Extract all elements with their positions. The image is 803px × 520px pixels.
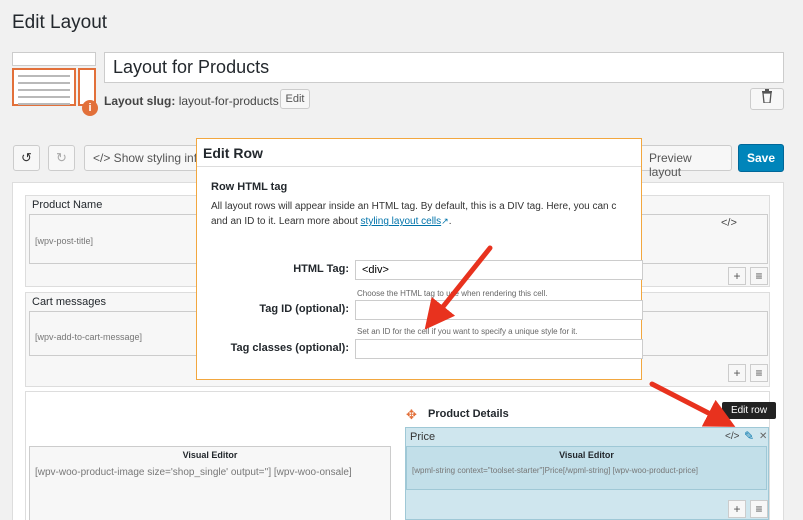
cell-cart-messages-right[interactable] bbox=[640, 311, 768, 356]
price-row-label: Price bbox=[410, 431, 436, 443]
dialog-description-text: and an ID to it. Learn more about bbox=[211, 216, 361, 227]
slug-value: layout-for-products bbox=[178, 94, 279, 108]
cell-title: Cart messages bbox=[32, 296, 106, 308]
code-icon[interactable]: </> bbox=[721, 217, 737, 229]
delete-layout-button[interactable] bbox=[750, 88, 784, 110]
redo-button[interactable]: ↻ bbox=[48, 145, 75, 171]
cell-shortcode: [wpv-post-title] bbox=[35, 236, 94, 246]
dialog-description: All layout rows will appear inside an HT… bbox=[211, 199, 641, 229]
page-title: Edit Layout bbox=[12, 12, 108, 33]
visual-editor-title: Visual Editor bbox=[559, 450, 614, 460]
slug-edit-button[interactable]: Edit bbox=[280, 89, 310, 109]
add-cell-button[interactable]: + bbox=[728, 364, 746, 382]
show-styling-info-button[interactable]: </> Show styling info bbox=[84, 145, 204, 171]
edit-row-dialog: Edit Row Row HTML tag All layout rows wi… bbox=[196, 138, 643, 380]
visual-editor-content: [wpv-woo-product-image size='shop_single… bbox=[35, 467, 352, 478]
external-link-icon: ↗ bbox=[441, 216, 449, 226]
row-menu-button[interactable]: ≡ bbox=[750, 364, 768, 382]
thumbnail-main-block bbox=[12, 68, 76, 106]
visual-editor-content: [wpml-string context="toolset-starter"]P… bbox=[412, 466, 698, 475]
row-menu-button[interactable]: ≡ bbox=[750, 500, 768, 518]
html-tag-select[interactable] bbox=[355, 260, 643, 280]
cell-product-name-right[interactable] bbox=[640, 214, 768, 264]
dialog-description-line2: and an ID to it. Learn more about stylin… bbox=[211, 214, 641, 229]
move-icon[interactable]: ✥ bbox=[406, 407, 417, 423]
add-cell-button[interactable]: + bbox=[728, 267, 746, 285]
dialog-description-line1: All layout rows will appear inside an HT… bbox=[211, 201, 617, 212]
save-button[interactable]: Save bbox=[738, 144, 784, 172]
info-icon[interactable]: i bbox=[82, 100, 98, 116]
preview-layout-button[interactable]: Preview layout bbox=[640, 145, 732, 179]
tag-id-input[interactable] bbox=[355, 300, 643, 320]
tag-classes-label: Tag classes (optional): bbox=[230, 342, 349, 354]
visual-editor-title: Visual Editor bbox=[182, 450, 238, 460]
add-cell-button[interactable]: + bbox=[728, 500, 746, 518]
trash-icon bbox=[762, 89, 772, 104]
undo-button[interactable]: ↺ bbox=[13, 145, 40, 171]
edit-row-tooltip: Edit row bbox=[722, 402, 776, 419]
dialog-section-title: Row HTML tag bbox=[211, 181, 288, 193]
layout-slug: Layout slug: layout-for-products bbox=[104, 94, 279, 108]
code-icon[interactable]: </> bbox=[725, 431, 739, 442]
dialog-title: Edit Row bbox=[197, 139, 641, 167]
product-details-title: Product Details bbox=[428, 408, 509, 420]
html-tag-label: HTML Tag: bbox=[293, 263, 349, 275]
layout-name-input[interactable] bbox=[104, 52, 784, 83]
cell-shortcode: [wpv-add-to-cart-message] bbox=[35, 332, 143, 342]
edit-row-pencil-icon[interactable]: ✎ bbox=[744, 429, 754, 443]
html-tag-help: Choose the HTML tag to use when renderin… bbox=[357, 289, 548, 298]
tag-classes-input[interactable] bbox=[355, 339, 643, 359]
dialog-description-end: . bbox=[448, 216, 452, 227]
tag-id-help: Set an ID for the cell if you want to sp… bbox=[357, 327, 578, 336]
row-menu-button[interactable]: ≡ bbox=[750, 267, 768, 285]
tag-id-label: Tag ID (optional): bbox=[259, 303, 349, 315]
styling-layout-cells-link[interactable]: styling layout cells bbox=[361, 216, 442, 227]
thumbnail-header-block bbox=[12, 52, 96, 66]
slug-label: Layout slug: bbox=[104, 94, 176, 108]
layout-thumbnail bbox=[12, 52, 96, 106]
cell-title: Product Name bbox=[32, 199, 103, 211]
close-icon[interactable]: ✕ bbox=[759, 431, 767, 442]
